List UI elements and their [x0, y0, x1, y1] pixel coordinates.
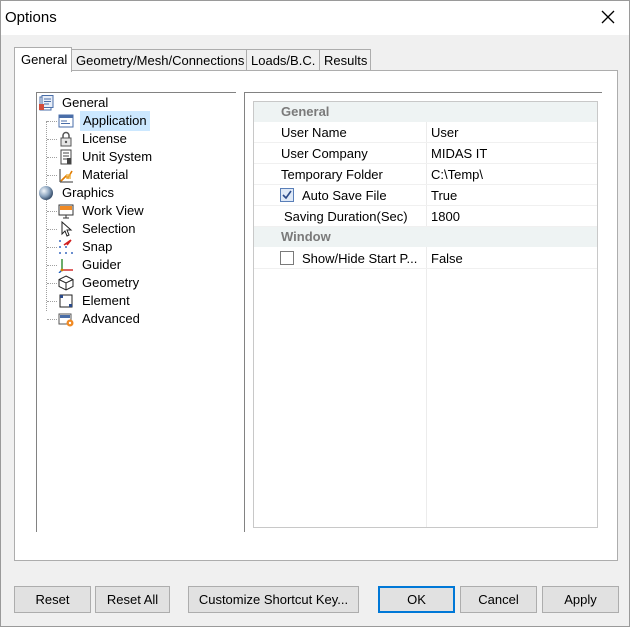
reset-all-button[interactable]: Reset All: [95, 586, 170, 613]
property-row-saving-duration[interactable]: Saving Duration(Sec) 1800: [254, 206, 597, 227]
property-row-auto-save-file[interactable]: Auto Save File True: [254, 185, 597, 206]
reset-button[interactable]: Reset: [14, 586, 91, 613]
lock-icon: [60, 131, 72, 147]
customize-shortcut-key-button[interactable]: Customize Shortcut Key...: [188, 586, 359, 613]
auto-save-checkbox[interactable]: [280, 188, 294, 202]
tab-general[interactable]: General: [14, 47, 72, 72]
material-icon: [59, 169, 73, 183]
tree-label: Geometry: [82, 275, 140, 290]
tab-results[interactable]: Results: [319, 49, 371, 71]
tree-label: Graphics: [62, 185, 115, 200]
property-row-temporary-folder[interactable]: Temporary Folder C:\Temp\: [254, 164, 597, 185]
tree-label: Element: [82, 293, 130, 308]
property-name: Show/Hide Start P...: [302, 251, 418, 266]
property-row-show-hide-start-page[interactable]: Show/Hide Start P... False: [254, 248, 597, 269]
tree-label: General: [62, 95, 109, 110]
ok-button[interactable]: OK: [378, 586, 455, 613]
property-name: Auto Save File: [302, 188, 387, 203]
tree-label: Snap: [82, 239, 113, 254]
category-window[interactable]: Window: [254, 227, 597, 247]
tree-label: Selection: [82, 221, 136, 236]
tree-label: Application: [80, 111, 150, 131]
property-value[interactable]: True: [431, 188, 457, 203]
unit-system-icon: [60, 149, 72, 165]
tree-label: Advanced: [82, 311, 140, 326]
cube-icon: [58, 275, 74, 291]
property-row-user-name[interactable]: User Name User: [254, 122, 597, 143]
property-row-user-company[interactable]: User Company MIDAS IT: [254, 143, 597, 164]
options-dialog: Options General Geometry/Mesh/Connection…: [0, 0, 630, 627]
application-icon: [58, 114, 74, 128]
property-value[interactable]: False: [431, 251, 463, 266]
close-button[interactable]: [595, 6, 621, 28]
title-bar: Options: [1, 1, 629, 35]
property-name: User Company: [281, 146, 368, 161]
window-title: Options: [5, 9, 57, 26]
property-value[interactable]: User: [431, 125, 458, 140]
cancel-button[interactable]: Cancel: [460, 586, 537, 613]
property-grid-frame: General User Name User User Company MIDA…: [244, 92, 602, 532]
property-value[interactable]: C:\Temp\: [431, 167, 483, 182]
tree-label: License: [82, 131, 127, 146]
tab-geometry-mesh-connections[interactable]: Geometry/Mesh/Connections: [71, 49, 247, 71]
axis-guider-icon: [58, 259, 73, 273]
snap-icon: [59, 239, 73, 254]
property-name: Saving Duration(Sec): [284, 209, 408, 224]
sphere-icon: [39, 186, 53, 200]
apply-button[interactable]: Apply: [542, 586, 619, 613]
tree-label: Material: [82, 167, 129, 182]
close-icon: [601, 10, 615, 24]
work-view-icon: [58, 204, 74, 219]
property-grid: General User Name User User Company MIDA…: [253, 101, 598, 528]
property-value[interactable]: 1800: [431, 209, 460, 224]
property-name: User Name: [281, 125, 347, 140]
cursor-icon: [61, 221, 73, 237]
tree-label: Unit System: [82, 149, 153, 164]
options-tree: General Application License Unit System …: [36, 92, 236, 532]
element-icon: [59, 294, 73, 308]
property-name: Temporary Folder: [281, 167, 383, 182]
tree-label: Work View: [82, 203, 144, 218]
tab-loads-bc[interactable]: Loads/B.C.: [246, 49, 320, 71]
checkmark-icon: [282, 190, 292, 200]
property-value[interactable]: MIDAS IT: [431, 146, 487, 161]
advanced-icon: [58, 313, 74, 327]
general-settings-icon: [39, 95, 54, 111]
category-general[interactable]: General: [254, 102, 597, 122]
tree-label: Guider: [82, 257, 122, 272]
show-hide-checkbox[interactable]: [280, 251, 294, 265]
general-tab-panel: General Application License Unit System …: [14, 70, 618, 561]
